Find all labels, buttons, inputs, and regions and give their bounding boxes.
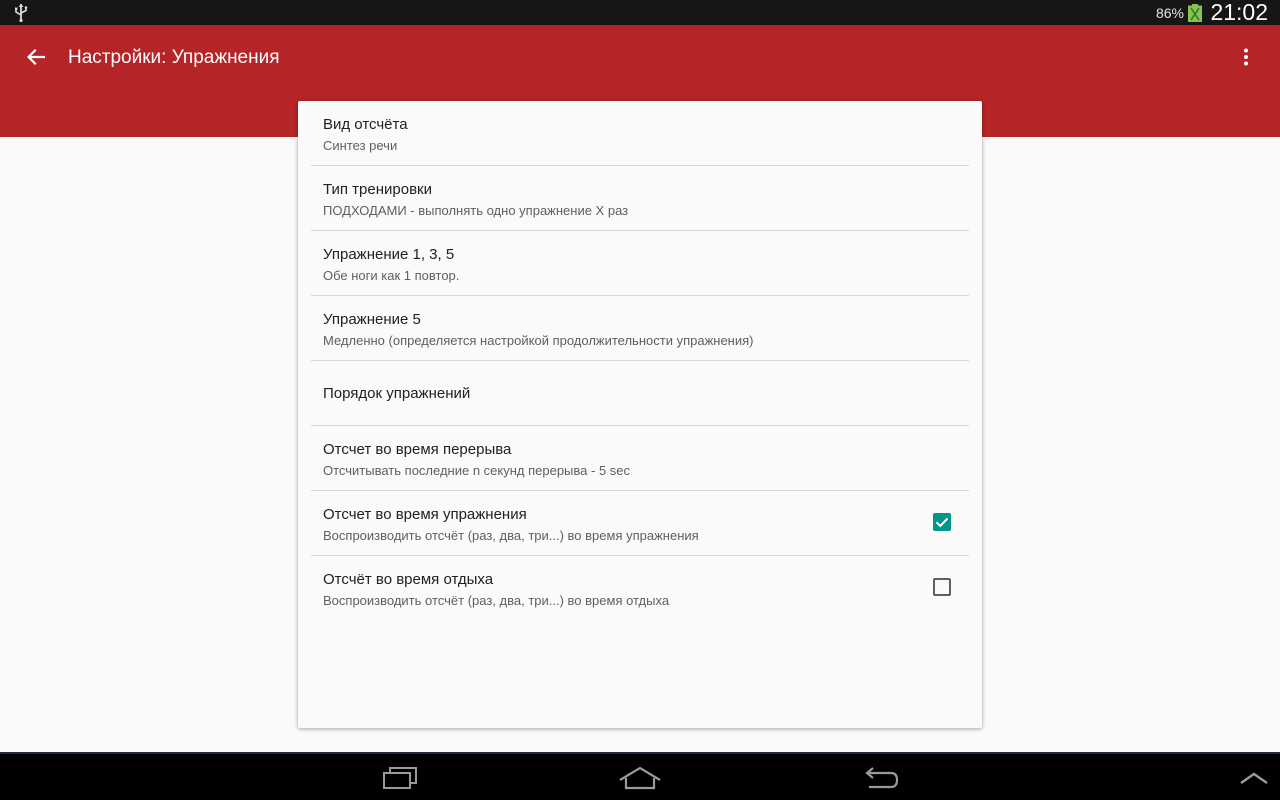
usb-icon xyxy=(15,4,28,23)
pref-rest-countdown[interactable]: Отсчёт во время отдыха Воспроизводить от… xyxy=(311,556,969,620)
pref-summary: ПОДХОДАМИ - выполнять одно упражнение X … xyxy=(323,203,629,218)
pref-title: Отсчет во время перерыва xyxy=(323,441,512,458)
settings-list: Вид отсчёта Синтез речи Тип тренировки П… xyxy=(298,101,982,728)
recent-apps-button[interactable] xyxy=(372,762,428,794)
pref-exercise-5[interactable]: Упражнение 5 Медленно (определяется наст… xyxy=(311,296,969,361)
pref-summary: Обе ноги как 1 повтор. xyxy=(323,268,460,283)
back-button[interactable] xyxy=(20,41,52,73)
pref-count-type[interactable]: Вид отсчёта Синтез речи xyxy=(311,101,969,166)
pref-summary: Воспроизводить отсчёт (раз, два, три...)… xyxy=(323,593,670,608)
pref-title: Тип тренировки xyxy=(323,181,432,198)
chevron-up-icon xyxy=(1240,772,1268,784)
pref-title: Упражнение 5 xyxy=(323,311,421,328)
checkmark-icon xyxy=(935,517,949,528)
rest-countdown-checkbox[interactable] xyxy=(933,578,951,596)
pref-summary: Медленно (определяется настройкой продол… xyxy=(323,333,754,348)
arrow-left-icon xyxy=(27,49,45,65)
pref-exercise-1-3-5[interactable]: Упражнение 1, 3, 5 Обе ноги как 1 повтор… xyxy=(311,231,969,296)
more-vert-icon xyxy=(1244,48,1248,66)
system-back-button[interactable] xyxy=(853,762,909,794)
clock: 21:02 xyxy=(1210,0,1268,25)
pref-exercise-order[interactable]: Порядок упражнений xyxy=(311,361,969,426)
pref-summary: Отсчитывать последние n секунд перерыва … xyxy=(323,463,631,478)
pref-summary: Синтез речи xyxy=(323,138,398,153)
exercise-countdown-checkbox[interactable] xyxy=(933,513,951,531)
pref-title: Упражнение 1, 3, 5 xyxy=(323,246,455,263)
back-icon xyxy=(865,767,899,789)
expand-button[interactable] xyxy=(1226,762,1280,794)
pref-title: Отсчет во время упражнения xyxy=(323,506,527,523)
battery-charging-icon xyxy=(1188,4,1202,22)
recent-apps-icon xyxy=(383,767,417,789)
pref-summary: Воспроизводить отсчёт (раз, два, три...)… xyxy=(323,528,699,543)
pref-title: Отсчёт во время отдыха xyxy=(323,571,494,588)
pref-title: Порядок упражнений xyxy=(323,385,471,402)
pref-title: Вид отсчёта xyxy=(323,116,408,133)
page-title: Настройки: Упражнения xyxy=(68,47,280,68)
home-button[interactable] xyxy=(612,762,668,794)
battery-percent: 86% xyxy=(1155,5,1184,21)
pref-exercise-countdown[interactable]: Отсчет во время упражнения Воспроизводит… xyxy=(311,491,969,556)
pref-break-countdown[interactable]: Отсчет во время перерыва Отсчитывать пос… xyxy=(311,426,969,491)
system-nav-bar xyxy=(0,752,1280,800)
home-icon xyxy=(619,766,661,790)
overflow-menu-button[interactable] xyxy=(1228,41,1264,73)
status-bar: 86% 21:02 xyxy=(0,0,1280,25)
pref-workout-type[interactable]: Тип тренировки ПОДХОДАМИ - выполнять одн… xyxy=(311,166,969,231)
